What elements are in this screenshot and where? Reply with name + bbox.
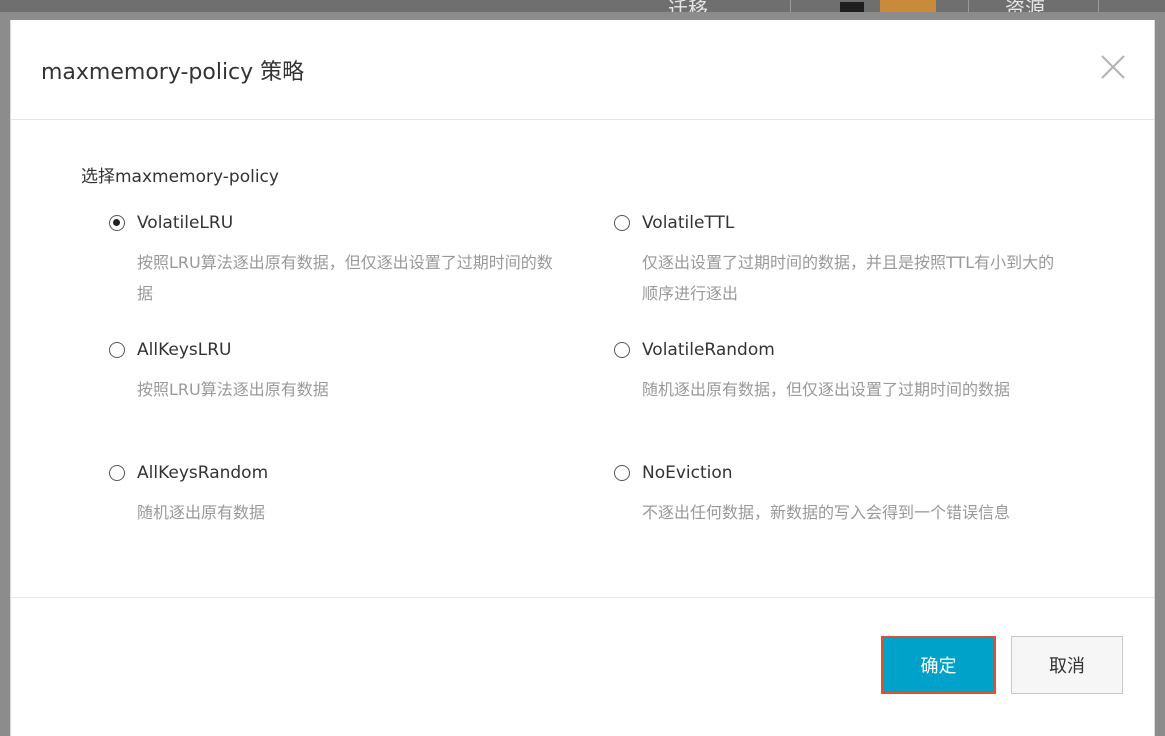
option-description: 随机逐出原有数据，但仅逐出设置了过期时间的数据 (642, 380, 1011, 399)
radio-button[interactable] (614, 342, 630, 358)
option-description: 随机逐出原有数据 (137, 503, 266, 522)
dialog-body: 选择maxmemory-policy VolatileLRU 按照LRU算法逐出… (11, 120, 1154, 597)
background-badge (880, 0, 936, 12)
cancel-button[interactable]: 取消 (1011, 636, 1123, 694)
option-label: AllKeysLRU (137, 340, 232, 360)
option-description: 按照LRU算法逐出原有数据，但仅逐出设置了过期时间的数据 (137, 253, 553, 303)
option-label: VolatileRandom (642, 340, 775, 360)
dialog-footer: 确定 取消 (11, 597, 1154, 736)
background-nav-item: 资源 (1005, 0, 1045, 12)
radio-button[interactable] (109, 342, 125, 358)
option-label: VolatileLRU (137, 213, 234, 233)
radio-button[interactable] (614, 465, 630, 481)
dialog-header: maxmemory-policy 策略 (11, 20, 1154, 120)
background-icon (840, 2, 864, 12)
option-description: 不逐出任何数据，新数据的写入会得到一个错误信息 (642, 503, 1011, 522)
option-label: NoEviction (642, 463, 733, 483)
radio-button[interactable] (614, 215, 630, 231)
background-divider (968, 0, 969, 12)
option-description: 仅逐出设置了过期时间的数据，并且是按照TTL有小到大的顺序进行逐出 (642, 253, 1055, 303)
radio-button[interactable] (109, 465, 125, 481)
field-label: 选择maxmemory-policy (81, 167, 279, 187)
background-divider (1098, 0, 1099, 12)
close-icon (1101, 55, 1125, 79)
background-nav-item: 迁移 (668, 0, 708, 12)
background-divider (790, 0, 791, 12)
option-label: AllKeysRandom (137, 463, 269, 483)
option-label: VolatileTTL (642, 213, 735, 233)
maxmemory-policy-dialog: maxmemory-policy 策略 选择maxmemory-policy V… (10, 20, 1155, 736)
background-nav: 迁移 资源 (0, 0, 1165, 12)
option-description: 按照LRU算法逐出原有数据 (137, 380, 329, 399)
dialog-title: maxmemory-policy 策略 (41, 60, 305, 85)
radio-button-checked[interactable] (109, 215, 125, 231)
close-button[interactable] (1096, 50, 1130, 84)
confirm-button[interactable]: 确定 (881, 636, 996, 694)
